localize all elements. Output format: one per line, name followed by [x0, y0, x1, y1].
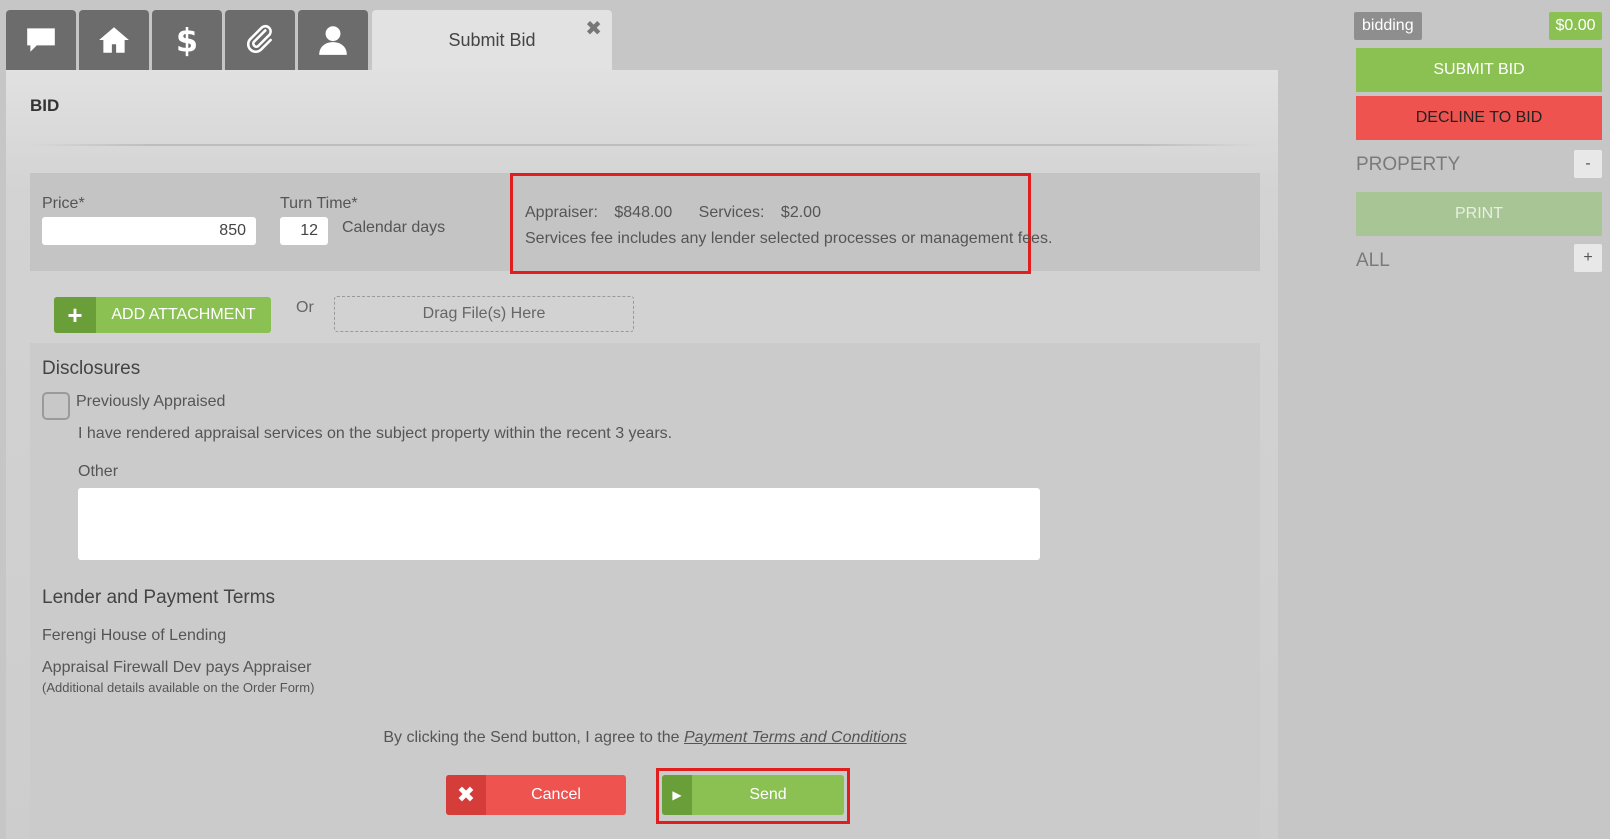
add-attachment-label: ADD ATTACHMENT: [111, 306, 256, 323]
agreement-text: By clicking the Send button, I agree to …: [30, 729, 1260, 747]
all-expand-button[interactable]: +: [1574, 244, 1602, 272]
home-icon: [99, 27, 129, 53]
svg-text:$: $: [176, 23, 198, 57]
bid-fields-row: Price* 850 Turn Time* 12 Calendar days A…: [30, 173, 1260, 274]
services-label: Services:: [698, 204, 765, 221]
submit-bid-button[interactable]: SUBMIT BID: [1356, 48, 1602, 92]
disclosures-title: Disclosures: [42, 358, 141, 379]
send-button[interactable]: ▶ Send: [662, 775, 844, 815]
tab-messages[interactable]: [6, 10, 76, 70]
or-text: Or: [296, 299, 314, 316]
close-icon[interactable]: ✖: [585, 16, 602, 41]
bid-panel: BID Price* 850 Turn Time* 12 Calendar da…: [6, 70, 1278, 839]
appraiser-amount: $848.00: [614, 204, 673, 221]
add-attachment-button[interactable]: + ADD ATTACHMENT: [54, 297, 271, 333]
all-section-label: ALL: [1356, 250, 1390, 271]
status-badge: bidding: [1354, 12, 1422, 40]
turn-time-input[interactable]: 12: [280, 217, 328, 245]
tab-home[interactable]: [79, 10, 149, 70]
other-textarea[interactable]: [78, 488, 1040, 560]
agreement-statement: By clicking the Send button, I agree to …: [383, 729, 680, 746]
decline-bid-button[interactable]: DECLINE TO BID: [1356, 96, 1602, 140]
fee-note: Services fee includes any lender selecte…: [525, 230, 1053, 247]
fee-breakdown-highlight: Appraiser: $848.00 Services: $2.00 Servi…: [510, 173, 1052, 274]
amount-badge: $0.00: [1549, 12, 1602, 40]
price-label: Price*: [42, 195, 85, 212]
tab-submit-bid[interactable]: Submit Bid ✖: [372, 10, 612, 70]
lender-name: Ferengi House of Lending: [42, 627, 227, 644]
other-label: Other: [78, 463, 119, 480]
previously-appraised-checkbox[interactable]: [42, 392, 70, 420]
tab-bar: $: [6, 10, 371, 70]
page-title: BID: [30, 96, 60, 115]
payer-text: Appraisal Firewall Dev pays Appraiser: [42, 659, 312, 676]
property-section-label: PROPERTY: [1356, 154, 1461, 175]
plus-icon: +: [54, 297, 96, 333]
payer-note: (Additional details available on the Ord…: [42, 680, 315, 695]
cancel-label: Cancel: [531, 786, 581, 803]
paperclip-icon: [246, 24, 272, 54]
tab-contacts[interactable]: [298, 10, 368, 70]
file-drop-zone[interactable]: Drag File(s) Here: [334, 296, 634, 332]
previously-appraised-label: Previously Appraised: [76, 393, 226, 410]
play-arrow-icon: ▶: [662, 775, 692, 815]
tab-submit-bid-label: Submit Bid: [448, 29, 536, 50]
send-button-highlight: ▶ Send: [656, 768, 850, 824]
dollar-icon: $: [176, 23, 198, 57]
print-button[interactable]: PRINT: [1356, 192, 1602, 236]
tab-attachments[interactable]: [225, 10, 295, 70]
appraiser-label: Appraiser:: [525, 204, 598, 221]
fee-breakdown: Appraiser: $848.00 Services: $2.00: [525, 204, 833, 222]
payment-terms-link[interactable]: Payment Terms and Conditions: [684, 729, 907, 746]
user-icon: [319, 26, 347, 55]
price-input[interactable]: 850: [42, 217, 256, 245]
tab-fees[interactable]: $: [152, 10, 222, 70]
send-label: Send: [749, 786, 787, 803]
turn-time-unit: Calendar days: [342, 219, 446, 236]
lender-terms-title: Lender and Payment Terms: [42, 587, 276, 608]
property-collapse-button[interactable]: -: [1574, 150, 1602, 178]
cancel-button[interactable]: ✖ Cancel: [446, 775, 626, 815]
turn-time-label: Turn Time*: [280, 195, 358, 212]
divider: [30, 144, 1260, 146]
close-x-icon: ✖: [446, 775, 486, 815]
disclosures-section: Disclosures Previously Appraised I have …: [30, 343, 1260, 839]
previously-appraised-description: I have rendered appraisal services on th…: [78, 425, 673, 442]
chat-icon: [27, 28, 55, 52]
services-amount: $2.00: [780, 204, 821, 221]
